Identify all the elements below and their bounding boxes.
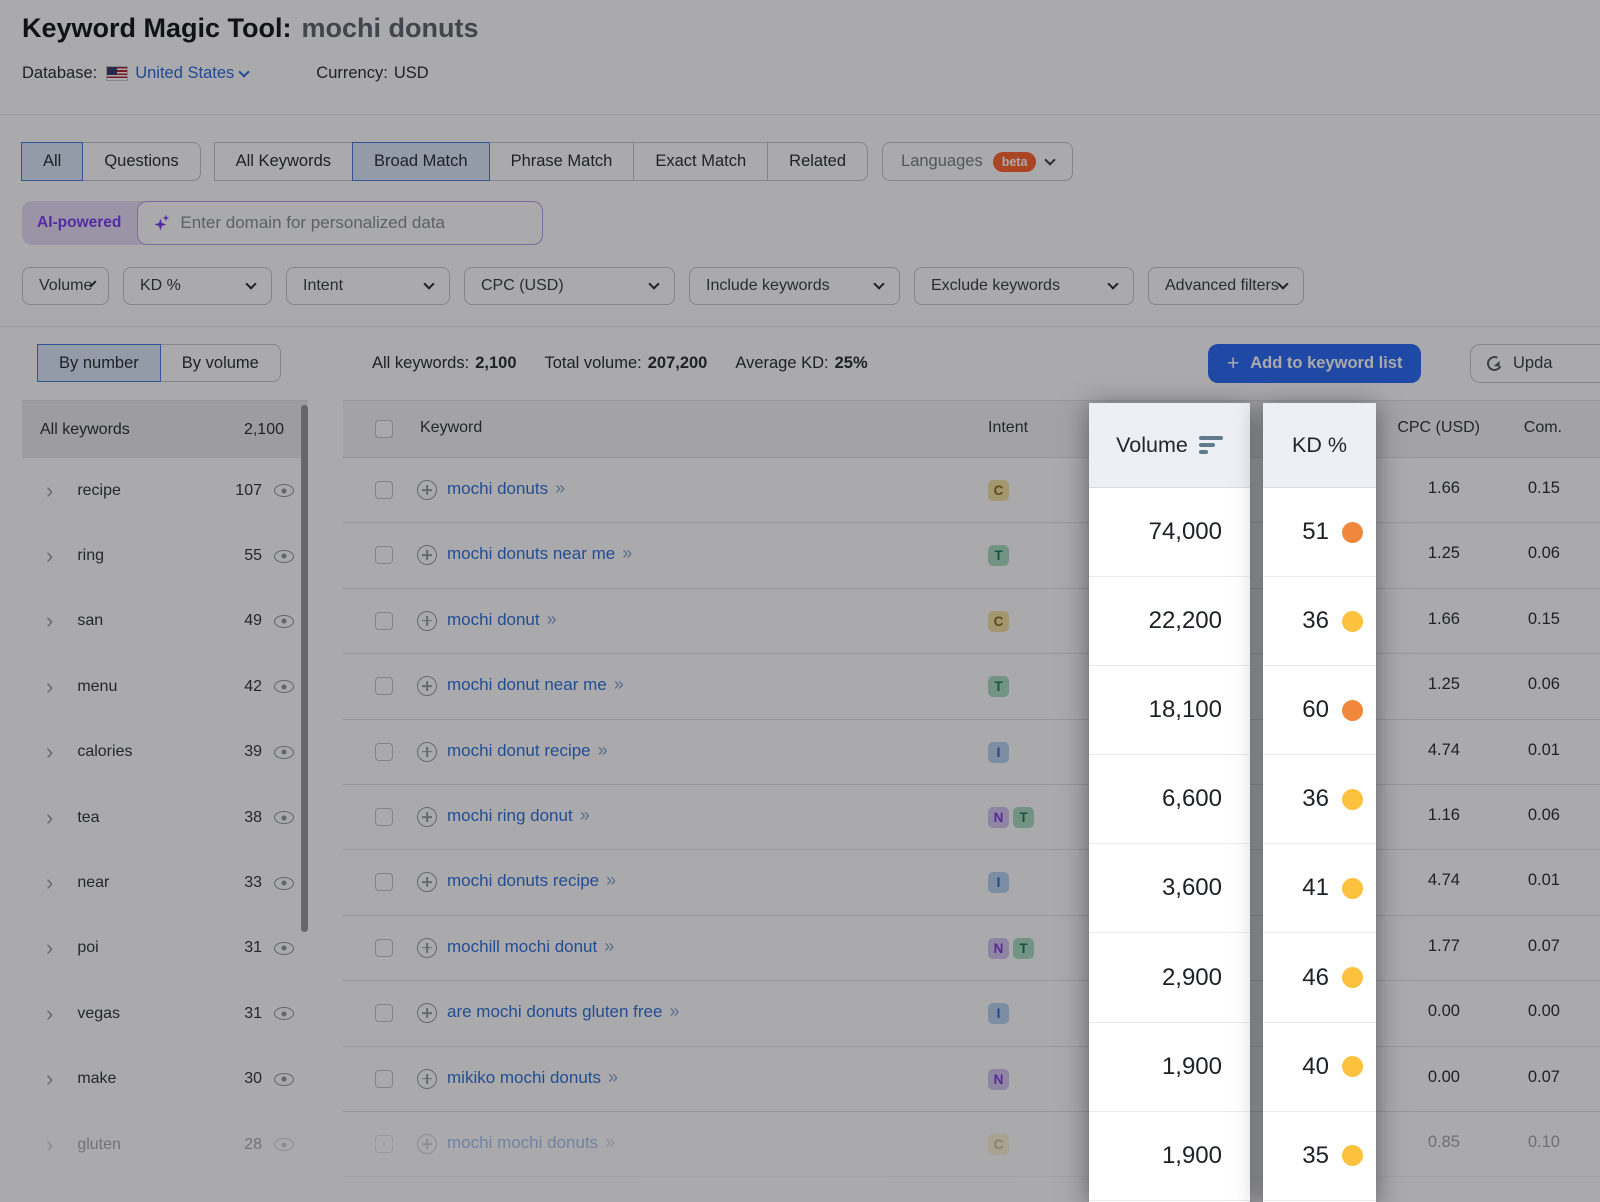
kd-difficulty-dot xyxy=(1342,967,1363,988)
volume-cell: 22,200 xyxy=(1089,577,1250,666)
kd-difficulty-dot xyxy=(1342,522,1363,543)
volume-column-header[interactable]: Volume xyxy=(1089,403,1250,488)
kd-difficulty-dot xyxy=(1342,1145,1363,1166)
kd-difficulty-dot xyxy=(1342,1056,1363,1077)
volume-value: 1,900 xyxy=(1162,1053,1222,1081)
kd-value: 36 xyxy=(1302,607,1329,635)
kd-cell: 46 xyxy=(1263,933,1376,1022)
kd-cell: 40 xyxy=(1263,1023,1376,1112)
kd-cell: 60 xyxy=(1263,666,1376,755)
volume-cell: 3,600 xyxy=(1089,844,1250,933)
kd-value: 46 xyxy=(1302,964,1329,992)
volume-cell: 1,900 xyxy=(1089,1023,1250,1112)
volume-value: 18,100 xyxy=(1149,696,1222,724)
volume-header-label: Volume xyxy=(1116,433,1188,458)
kd-value: 40 xyxy=(1302,1053,1329,1081)
volume-value: 2,900 xyxy=(1162,964,1222,992)
kd-cell: 36 xyxy=(1263,577,1376,666)
spotlight-kd-column: KD % 51 36 60 36 xyxy=(1263,403,1376,1202)
kd-value: 36 xyxy=(1302,785,1329,813)
kd-cell: 51 xyxy=(1263,488,1376,577)
volume-values: 74,000 22,200 18,100 6,600 3,600 2,900 1,900 1,… xyxy=(1089,488,1250,1201)
sort-descending-icon xyxy=(1199,436,1223,453)
kd-difficulty-dot xyxy=(1342,611,1363,632)
volume-value: 1,900 xyxy=(1162,1142,1222,1170)
kd-difficulty-dot xyxy=(1342,878,1363,899)
volume-cell: 74,000 xyxy=(1089,488,1250,577)
keyword-magic-tool-page: Keyword Magic Tool:mochi donuts Database… xyxy=(0,0,1600,1202)
volume-cell: 6,600 xyxy=(1089,755,1250,844)
volume-value: 22,200 xyxy=(1149,607,1222,635)
spotlight-volume-column: Volume 74,000 22,200 18,100 6,600 3,600 2,900… xyxy=(1089,403,1250,1202)
kd-difficulty-dot xyxy=(1342,789,1363,810)
kd-value: 51 xyxy=(1302,518,1329,546)
kd-cell: 35 xyxy=(1263,1112,1376,1201)
kd-cell: 41 xyxy=(1263,844,1376,933)
volume-cell: 1,900 xyxy=(1089,1112,1250,1201)
kd-value: 41 xyxy=(1302,874,1329,902)
kd-column-header[interactable]: KD % xyxy=(1263,403,1376,488)
kd-value: 35 xyxy=(1302,1142,1329,1170)
volume-cell: 2,900 xyxy=(1089,933,1250,1022)
kd-difficulty-dot xyxy=(1342,700,1363,721)
volume-value: 3,600 xyxy=(1162,874,1222,902)
volume-cell: 18,100 xyxy=(1089,666,1250,755)
volume-value: 6,600 xyxy=(1162,785,1222,813)
kd-header-label: KD % xyxy=(1292,433,1347,458)
kd-values: 51 36 60 36 41 xyxy=(1263,488,1376,1201)
kd-value: 60 xyxy=(1302,696,1329,724)
volume-value: 74,000 xyxy=(1149,518,1222,546)
kd-cell: 36 xyxy=(1263,755,1376,844)
